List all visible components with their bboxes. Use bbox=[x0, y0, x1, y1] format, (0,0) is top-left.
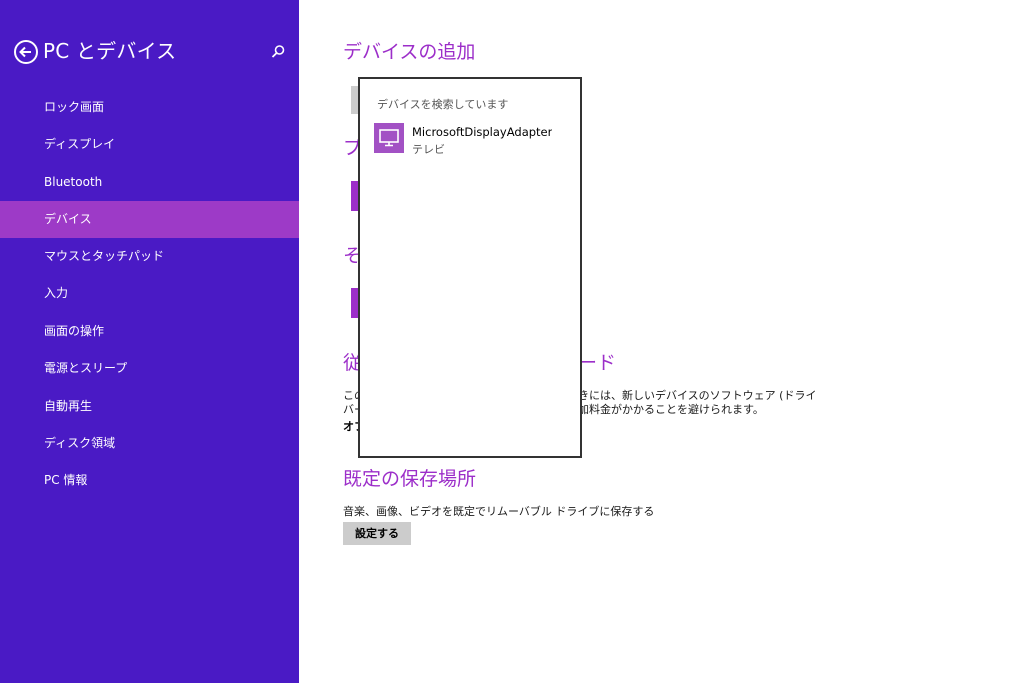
sidebar-item-label: デバイス bbox=[44, 212, 92, 226]
storage-description: 音楽、画像、ビデオを既定でリムーバブル ドライブに保存する bbox=[343, 505, 655, 518]
sidebar-item-label: 自動再生 bbox=[44, 399, 93, 413]
sidebar-item-label: 電源とスリープ bbox=[44, 361, 128, 375]
sidebar: PC とデバイス ロック画面 ディスプレイ Bluetooth デバイス マウス… bbox=[0, 0, 299, 683]
sidebar-item-autoplay[interactable]: 自動再生 bbox=[0, 388, 299, 425]
search-button[interactable] bbox=[269, 43, 287, 61]
sidebar-item-label: マウスとタッチパッド bbox=[44, 249, 165, 263]
sidebar-title: PC とデバイス bbox=[43, 39, 177, 63]
sidebar-item-input[interactable]: 入力 bbox=[0, 275, 299, 312]
monitor-icon bbox=[379, 129, 399, 147]
device-search-popup: デバイスを検索しています MicrosoftDisplayAdapter_7E … bbox=[358, 77, 582, 458]
download-heading-right: ード bbox=[578, 352, 617, 374]
search-icon bbox=[271, 45, 285, 58]
set-storage-button[interactable]: 設定する bbox=[343, 522, 411, 545]
sidebar-item-devices[interactable]: デバイス bbox=[0, 201, 299, 238]
sidebar-item-corners-edges[interactable]: 画面の操作 bbox=[0, 313, 299, 350]
sidebar-item-label: ディスプレイ bbox=[44, 137, 116, 151]
device-list-item[interactable]: MicrosoftDisplayAdapter_7E テレビ bbox=[374, 123, 568, 157]
device-tile bbox=[374, 123, 404, 153]
device-type: テレビ bbox=[412, 143, 445, 156]
sidebar-item-disk-space[interactable]: ディスク領域 bbox=[0, 425, 299, 462]
sidebar-item-label: ディスク領域 bbox=[44, 436, 116, 450]
sidebar-item-label: 入力 bbox=[44, 286, 69, 300]
sidebar-item-label: Bluetooth bbox=[44, 175, 103, 189]
download-description-right-1: きには、新しいデバイスのソフトウェア (ドライ bbox=[578, 389, 817, 402]
back-arrow-icon bbox=[19, 46, 31, 58]
device-name: MicrosoftDisplayAdapter_7E bbox=[412, 125, 552, 139]
sidebar-item-label: 画面の操作 bbox=[44, 324, 105, 338]
sidebar-item-lock-screen[interactable]: ロック画面 bbox=[0, 89, 299, 126]
sidebar-item-label: PC 情報 bbox=[44, 473, 88, 487]
add-device-heading: デバイスの追加 bbox=[343, 41, 476, 63]
sidebar-item-bluetooth[interactable]: Bluetooth bbox=[0, 164, 299, 201]
sidebar-item-label: ロック画面 bbox=[44, 100, 105, 114]
storage-heading: 既定の保存場所 bbox=[343, 468, 477, 490]
download-description-right-2: 加料金がかかることを避けられます。 bbox=[578, 403, 764, 416]
sidebar-item-mouse-touchpad[interactable]: マウスとタッチパッド bbox=[0, 238, 299, 275]
search-status: デバイスを検索しています bbox=[377, 98, 509, 111]
sidebar-item-power-sleep[interactable]: 電源とスリープ bbox=[0, 350, 299, 387]
sidebar-item-display[interactable]: ディスプレイ bbox=[0, 126, 299, 163]
sidebar-item-pc-info[interactable]: PC 情報 bbox=[0, 462, 299, 499]
back-button[interactable] bbox=[14, 40, 38, 64]
